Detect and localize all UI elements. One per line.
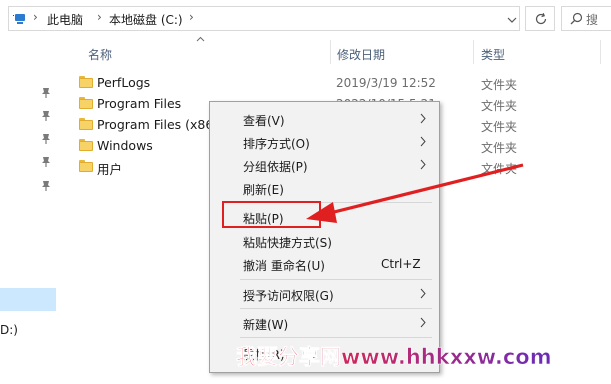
search-placeholder: 搜 [586, 13, 599, 27]
navigation-pane: D:) [0, 37, 58, 384]
menu-item-sort[interactable]: 排序方式(O) [210, 131, 439, 153]
menu-item-label: 排序方式(O) [243, 137, 310, 151]
file-name: 用户 [97, 162, 123, 177]
menu-separator [240, 337, 432, 338]
breadcrumb-this-pc[interactable]: 此电脑 [47, 11, 83, 28]
menu-item-refresh[interactable]: 刷新(E) [210, 177, 439, 199]
chevron-right-icon [420, 159, 426, 170]
menu-item-label: 粘贴快捷方式(S) [243, 236, 332, 250]
menu-item-label: 授予访问权限(G) [243, 289, 334, 303]
breadcrumb-separator: › [97, 10, 102, 24]
chevron-right-icon [420, 288, 426, 299]
menu-item-undo-rename[interactable]: 撤消 重命名(U) Ctrl+Z [210, 253, 439, 275]
chevron-right-icon [420, 317, 426, 328]
file-type: 文件夹 [481, 162, 518, 176]
sort-ascending-icon [196, 36, 205, 42]
paste-highlight-box [222, 201, 321, 228]
search-icon [570, 12, 583, 25]
pin-icon[interactable] [40, 180, 52, 192]
file-type: 文件夹 [481, 78, 518, 92]
pin-icon[interactable] [40, 133, 52, 145]
menu-item-label: 刷新(E) [243, 183, 284, 197]
context-menu: 查看(V) 排序方式(O) 分组依据(P) 刷新(E) 粘贴(P) 粘贴快捷方式… [209, 101, 440, 373]
svg-text:我要分享网www.hhkxxw.com: 我要分享网www.hhkxxw.com [236, 345, 552, 369]
nav-item-drive-d[interactable]: D:) [0, 323, 18, 337]
file-date: 2019/3/19 12:52 [336, 76, 436, 90]
file-type: 文件夹 [481, 99, 518, 113]
column-header-type[interactable]: 类型 [481, 46, 505, 70]
column-divider[interactable] [330, 40, 331, 64]
breadcrumb-separator: › [33, 10, 38, 24]
folder-icon [79, 160, 93, 172]
file-name: Windows [97, 138, 153, 153]
watermark-logo: 我要分享网www.hhkxxw.com [236, 345, 552, 370]
menu-item-shortcut: Ctrl+Z [381, 257, 421, 271]
menu-item-group[interactable]: 分组依据(P) [210, 154, 439, 176]
column-header-date[interactable]: 修改日期 [337, 46, 385, 70]
column-divider[interactable] [600, 40, 601, 64]
pin-icon[interactable] [40, 156, 52, 168]
menu-separator [240, 279, 432, 280]
menu-item-grant-access[interactable]: 授予访问权限(G) [210, 283, 439, 305]
file-name: PerfLogs [97, 75, 151, 90]
file-name: Program Files [97, 96, 182, 111]
file-row[interactable]: PerfLogs 2019/3/19 12:52 文件夹 [72, 73, 611, 93]
column-divider[interactable] [473, 40, 474, 64]
this-pc-icon [13, 14, 25, 24]
refresh-button[interactable] [525, 6, 555, 31]
menu-item-label: 分组依据(P) [243, 160, 308, 174]
menu-item-label: 撤消 重命名(U) [243, 259, 325, 273]
menu-item-view[interactable]: 查看(V) [210, 108, 439, 130]
search-input[interactable]: 搜 [561, 6, 611, 31]
menu-separator [240, 308, 432, 309]
menu-item-new[interactable]: 新建(W) [210, 312, 439, 334]
pin-icon[interactable] [40, 110, 52, 122]
menu-item-paste-shortcut[interactable]: 粘贴快捷方式(S) [210, 230, 439, 252]
address-bar-row: › 此电脑 › 本地磁盘 (C:) › 搜 [0, 0, 611, 37]
nav-item-selected[interactable] [0, 288, 56, 311]
file-type: 文件夹 [481, 120, 518, 134]
folder-icon [79, 139, 93, 151]
menu-item-label: 查看(V) [243, 114, 285, 128]
address-bar[interactable]: › 此电脑 › 本地磁盘 (C:) › [8, 6, 520, 31]
folder-icon [79, 97, 93, 109]
chevron-right-icon [420, 136, 426, 147]
folder-icon [79, 118, 93, 130]
file-type: 文件夹 [481, 141, 518, 155]
file-name: Program Files (x86) [97, 117, 219, 132]
menu-item-label: 新建(W) [243, 318, 289, 332]
refresh-icon [535, 12, 547, 25]
folder-icon [79, 76, 93, 88]
column-header-name[interactable]: 名称 [88, 46, 112, 70]
chevron-right-icon [420, 113, 426, 124]
breadcrumb-separator: › [189, 10, 194, 24]
chevron-down-icon[interactable] [507, 15, 517, 25]
breadcrumb-local-disk-c[interactable]: 本地磁盘 (C:) [109, 11, 183, 28]
pin-icon[interactable] [40, 87, 52, 99]
